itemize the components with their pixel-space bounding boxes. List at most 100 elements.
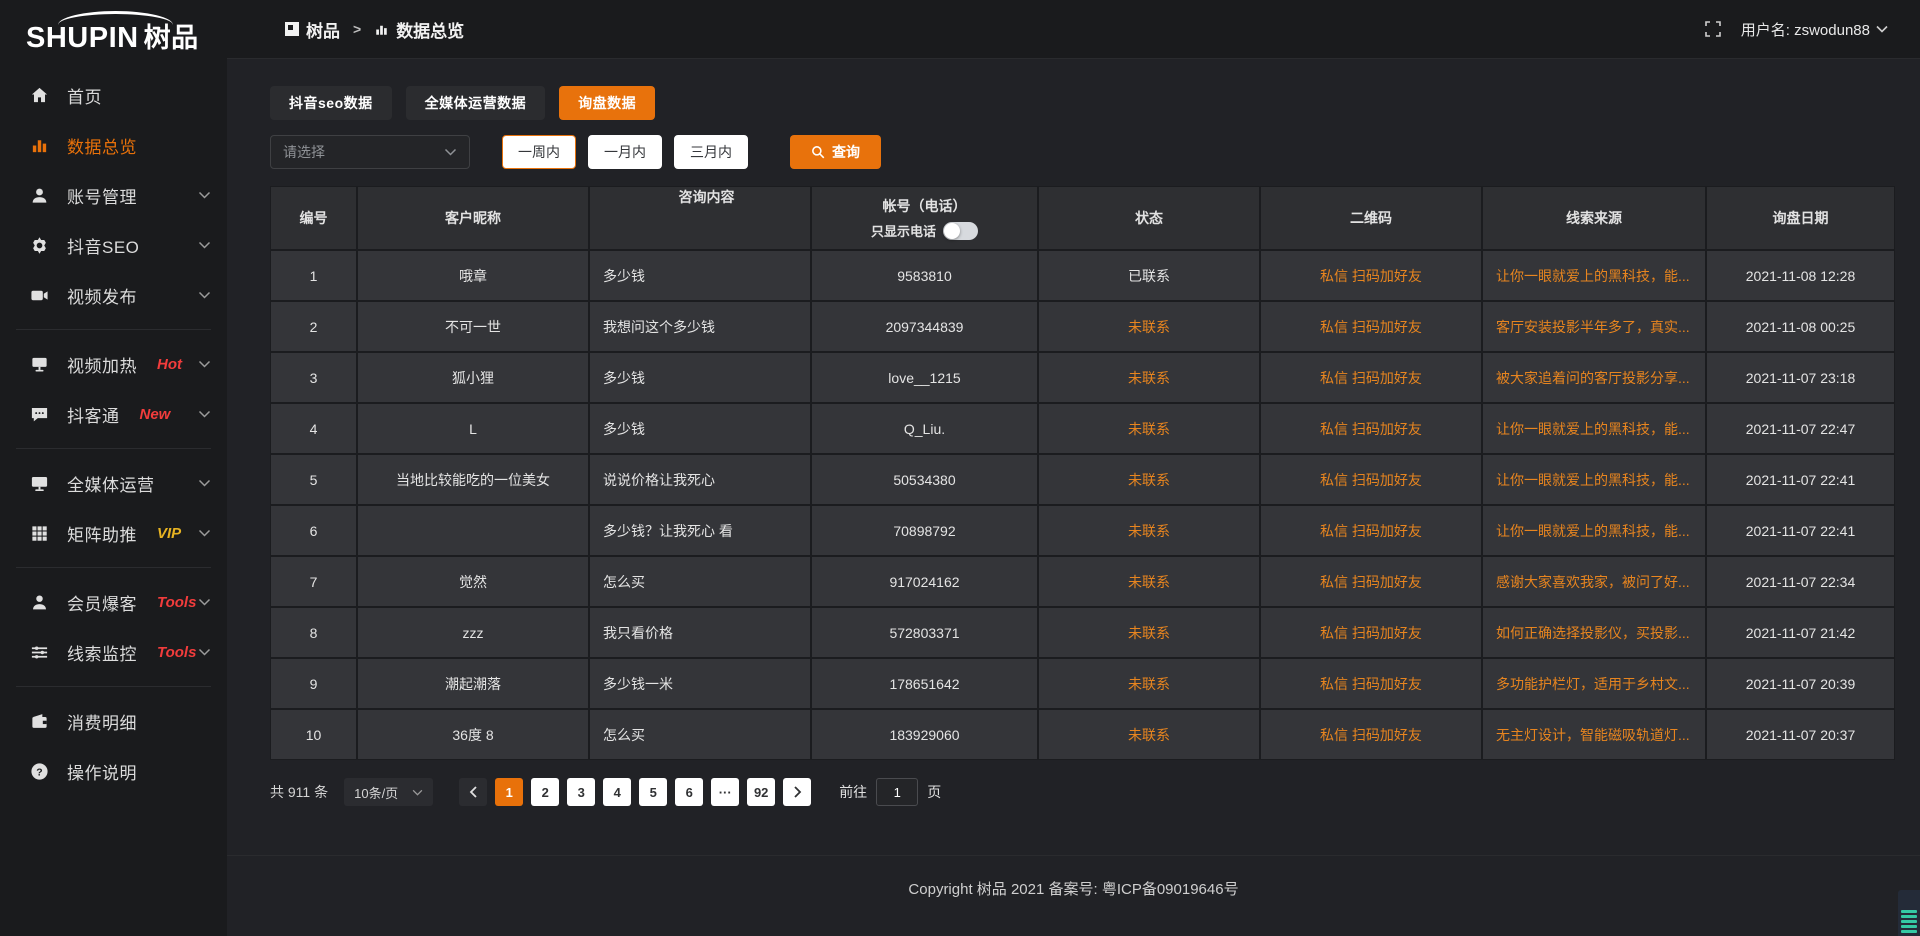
col-header-content: 咨询内容: [590, 187, 810, 249]
qr-friend-link[interactable]: 私信 扫码加好友: [1261, 353, 1481, 402]
qr-friend-link[interactable]: 私信 扫码加好友: [1261, 557, 1481, 606]
search-button[interactable]: 查询: [790, 135, 881, 169]
qr-friend-link[interactable]: 私信 扫码加好友: [1261, 659, 1481, 708]
source-link[interactable]: 被大家追着问的客厅投影分享...: [1483, 353, 1705, 402]
search-button-label: 查询: [832, 142, 860, 162]
user-menu[interactable]: 用户名: zswodun88: [1741, 19, 1888, 40]
status-badge: 未联系: [1039, 557, 1259, 606]
source-link[interactable]: 让你一眼就爱上的黑科技，能...: [1483, 455, 1705, 504]
tab-douyin-seo-data[interactable]: 抖音seo数据: [270, 86, 392, 120]
sidebar-item-member-burst[interactable]: 会员爆客Tools: [0, 577, 227, 627]
sidebar-item-media-ops[interactable]: 全媒体运营: [0, 458, 227, 508]
cell-account: 70898792: [812, 506, 1037, 555]
cell-account: 50534380: [812, 455, 1037, 504]
qr-friend-link[interactable]: 私信 扫码加好友: [1261, 455, 1481, 504]
cell-index: 3: [271, 353, 356, 402]
range-button-month[interactable]: 一月内: [588, 135, 662, 169]
cell-index: 2: [271, 302, 356, 351]
sidebar-item-consume-detail[interactable]: 消费明细: [0, 696, 227, 746]
cell-date: 2021-11-07 20:37: [1707, 710, 1894, 759]
source-link[interactable]: 感谢大家喜欢我家，被问了好...: [1483, 557, 1705, 606]
source-link[interactable]: 如何正确选择投影仪，买投影...: [1483, 608, 1705, 657]
chevron-down-icon: [198, 648, 211, 656]
source-link[interactable]: 让你一眼就爱上的黑科技，能...: [1483, 251, 1705, 300]
floating-widget[interactable]: [1898, 890, 1920, 936]
sidebar-item-video-heating[interactable]: 视频加热Hot: [0, 339, 227, 389]
qr-friend-link[interactable]: 私信 扫码加好友: [1261, 710, 1481, 759]
sidebar-item-label: 全媒体运营: [67, 471, 155, 496]
source-link[interactable]: 客厅安装投影半年多了，真实...: [1483, 302, 1705, 351]
cell-date: 2021-11-07 20:39: [1707, 659, 1894, 708]
next-page-button[interactable]: [783, 778, 811, 806]
sidebar-item-help[interactable]: ?操作说明: [0, 746, 227, 796]
cell-nickname: zzz: [358, 608, 588, 657]
username-label: 用户名: zswodun88: [1741, 19, 1870, 40]
fullscreen-icon[interactable]: [1705, 21, 1721, 37]
sidebar-item-label: 线索监控: [67, 640, 137, 665]
cell-account: 9583810: [812, 251, 1037, 300]
range-button-week[interactable]: 一周内: [502, 135, 576, 169]
logo-cn: 树品: [144, 23, 199, 53]
goto-page-input[interactable]: [876, 778, 918, 806]
main-content: 抖音seo数据全媒体运营数据询盘数据 请选择 一周内一月内三月内 查询 编号 客…: [227, 60, 1920, 855]
sidebar-item-clue-monitor[interactable]: 线索监控Tools: [0, 627, 227, 677]
sidebar-item-douyin-seo[interactable]: 抖音SEO: [0, 220, 227, 270]
sidebar-item-label: 抖客通: [67, 402, 120, 427]
cell-date: 2021-11-07 23:18: [1707, 353, 1894, 402]
chat-icon: [30, 405, 49, 424]
date-range-group: 一周内一月内三月内: [502, 135, 760, 169]
page-button-6[interactable]: 6: [675, 778, 703, 806]
sidebar-item-label: 账号管理: [67, 183, 137, 208]
sidebar-item-matrix-boost[interactable]: 矩阵助推VIP: [0, 508, 227, 558]
sidebar-item-data-overview[interactable]: 数据总览: [0, 120, 227, 170]
chevron-down-icon: [412, 789, 423, 796]
data-tabs: 抖音seo数据全媒体运营数据询盘数据: [270, 86, 1920, 120]
page-button-3[interactable]: 3: [567, 778, 595, 806]
cell-content: 多少钱: [590, 404, 810, 453]
sidebar-item-douketong[interactable]: 抖客通New: [0, 389, 227, 439]
source-link[interactable]: 让你一眼就爱上的黑科技，能...: [1483, 404, 1705, 453]
phone-only-toggle[interactable]: [943, 222, 978, 240]
sidebar-divider: [16, 686, 211, 687]
qr-friend-link[interactable]: 私信 扫码加好友: [1261, 608, 1481, 657]
sidebar-item-account-manage[interactable]: 账号管理: [0, 170, 227, 220]
range-button-quarter[interactable]: 三月内: [674, 135, 748, 169]
page-ellipsis-button[interactable]: ···: [711, 778, 739, 806]
cell-date: 2021-11-07 22:41: [1707, 506, 1894, 555]
tab-media-ops-data[interactable]: 全媒体运营数据: [406, 86, 546, 120]
page-button-1[interactable]: 1: [495, 778, 523, 806]
goto-suffix: 页: [927, 782, 941, 802]
logo-latin: SHUPIN: [26, 22, 139, 54]
breadcrumb-root[interactable]: 树品: [285, 17, 340, 42]
page-buttons: 123456 ··· 92: [495, 778, 775, 806]
app-icon: [285, 22, 299, 36]
prev-page-button[interactable]: [459, 778, 487, 806]
qr-friend-link[interactable]: 私信 扫码加好友: [1261, 404, 1481, 453]
source-link[interactable]: 无主灯设计，智能磁吸轨道灯...: [1483, 710, 1705, 759]
page-button-2[interactable]: 2: [531, 778, 559, 806]
sidebar-item-label: 会员爆客: [67, 590, 137, 615]
qr-friend-link[interactable]: 私信 扫码加好友: [1261, 302, 1481, 351]
filter-select[interactable]: 请选择: [270, 135, 470, 169]
breadcrumb-current[interactable]: 数据总览: [374, 17, 464, 42]
cell-date: 2021-11-07 22:34: [1707, 557, 1894, 606]
sidebar-item-home[interactable]: 首页: [0, 70, 227, 120]
qr-friend-link[interactable]: 私信 扫码加好友: [1261, 506, 1481, 555]
cell-date: 2021-11-07 22:41: [1707, 455, 1894, 504]
sidebar-item-video-publish[interactable]: 视频发布: [0, 270, 227, 320]
tab-inquiry-data[interactable]: 询盘数据: [559, 86, 655, 120]
sidebar-item-badge: VIP: [157, 525, 181, 542]
monitor-icon: [30, 474, 49, 493]
page-size-select[interactable]: 10条/页: [344, 778, 433, 806]
sliders-icon: [30, 643, 49, 662]
qr-friend-link[interactable]: 私信 扫码加好友: [1261, 251, 1481, 300]
source-link[interactable]: 让你一眼就爱上的黑科技，能...: [1483, 506, 1705, 555]
member-icon: [30, 593, 49, 612]
source-link[interactable]: 多功能护栏灯，适用于乡村文...: [1483, 659, 1705, 708]
page-button-5[interactable]: 5: [639, 778, 667, 806]
cell-index: 10: [271, 710, 356, 759]
page-button-4[interactable]: 4: [603, 778, 631, 806]
col-header-status: 状态: [1039, 187, 1259, 249]
page-button-92[interactable]: 92: [747, 778, 775, 806]
cell-account: Q_Liu.: [812, 404, 1037, 453]
